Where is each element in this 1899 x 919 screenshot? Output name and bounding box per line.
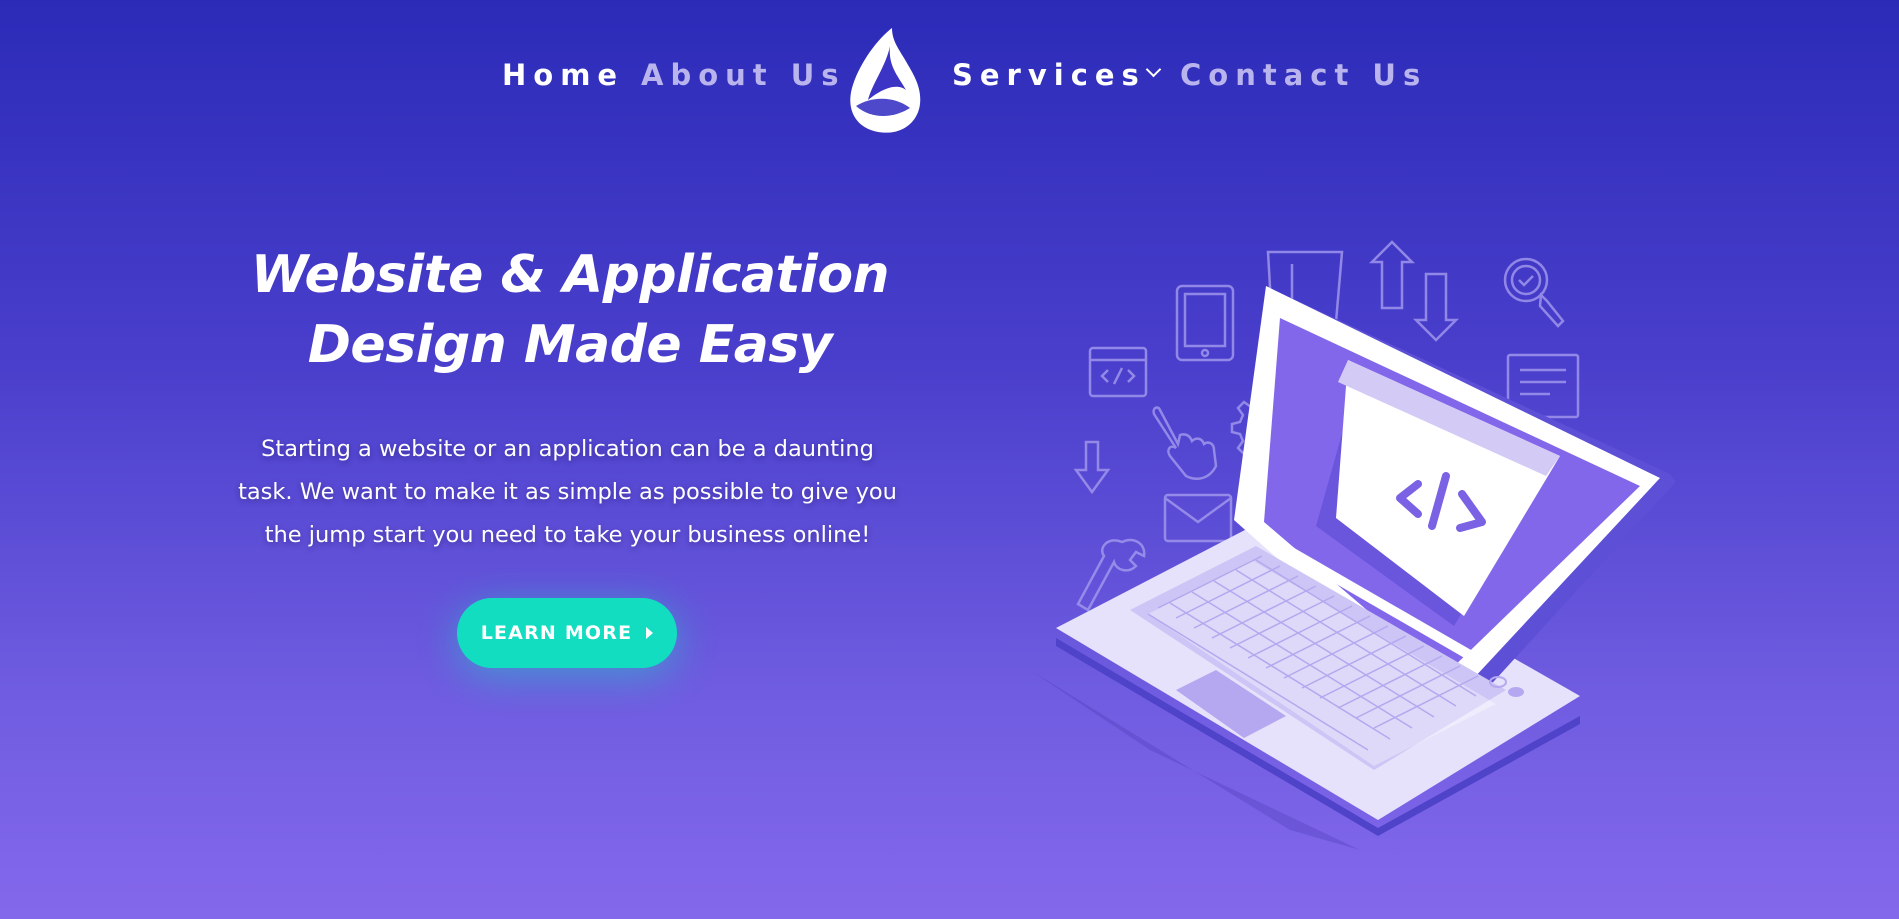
nav-link-home[interactable]: Home — [502, 58, 624, 92]
hero-description-line-2: task. We want to make it as simple as po… — [238, 479, 897, 505]
hero-title: Website & Application Design Made Easy — [200, 240, 940, 380]
hero-title-line-2: Design Made Easy — [307, 315, 833, 375]
tablet-icon — [1175, 284, 1235, 362]
arrow-down-icon — [1073, 440, 1111, 495]
flame-logo-icon[interactable] — [846, 26, 922, 134]
main-navigation: Home About Us Services Contact Us — [0, 0, 1899, 160]
pointer-hand-icon — [1152, 406, 1218, 480]
code-window-icon — [1088, 346, 1148, 398]
hero-description: Starting a website or an application can… — [215, 428, 920, 557]
search-check-icon — [1503, 257, 1565, 328]
chevron-down-icon — [1145, 61, 1162, 78]
arrows-updown-icon — [1368, 240, 1460, 342]
envelope-icon — [1163, 493, 1233, 543]
nav-link-about-us[interactable]: About Us — [641, 58, 846, 92]
nav-services-label: Services — [952, 58, 1146, 92]
nav-link-services[interactable]: Services — [952, 58, 1162, 92]
learn-more-button[interactable]: LEARN MORE — [457, 598, 677, 668]
hero-description-line-1: Starting a website or an application can… — [261, 436, 874, 462]
learn-more-label: LEARN MORE — [480, 622, 633, 644]
hero-description-line-3: the jump start you need to take your bus… — [264, 522, 871, 548]
laptop-illustration — [1030, 240, 1676, 850]
nav-link-contact-us[interactable]: Contact Us — [1180, 58, 1427, 92]
hero-title-line-1: Website & Application — [250, 245, 890, 305]
caret-right-icon — [646, 627, 654, 639]
